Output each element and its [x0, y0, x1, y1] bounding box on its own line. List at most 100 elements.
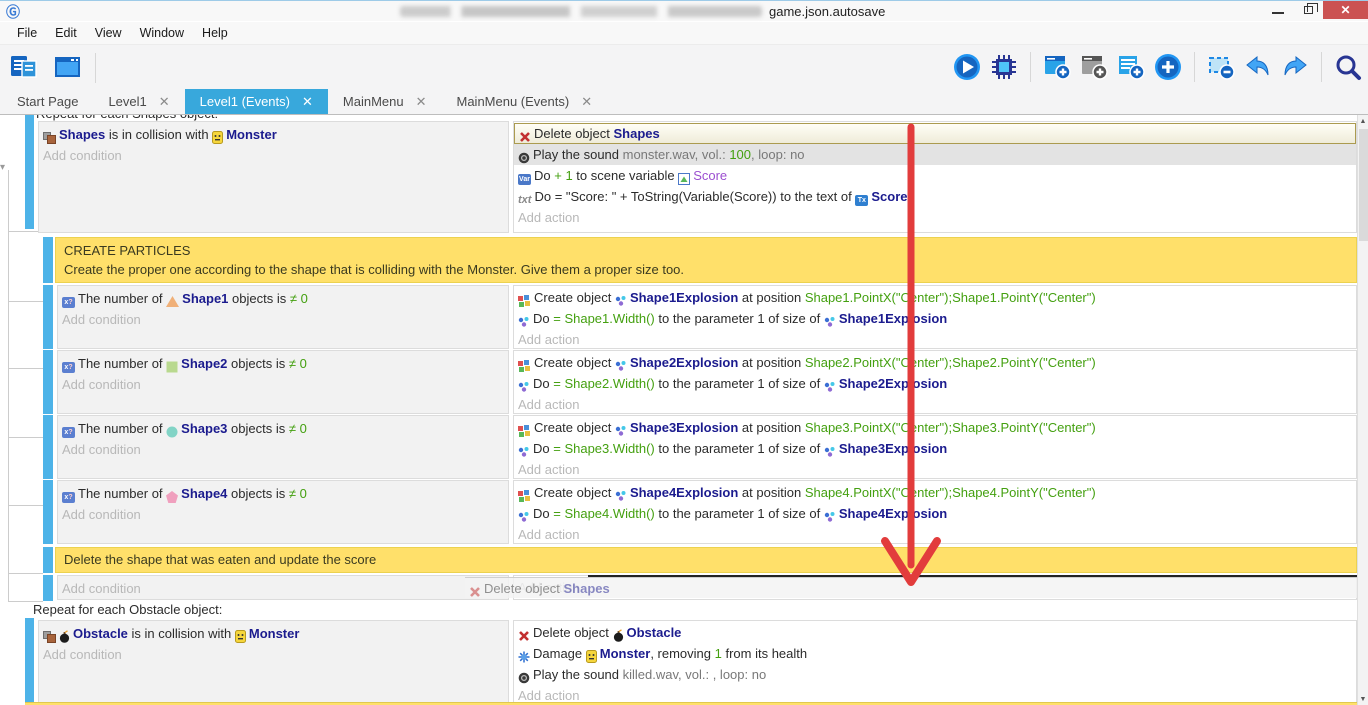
scroll-up-icon[interactable]: ▲ [1358, 118, 1368, 125]
add-condition-link[interactable]: Add condition [39, 145, 508, 166]
action-row[interactable]: Do = Shape1.Width() to the parameter 1 o… [514, 308, 1356, 329]
tab-close-icon[interactable]: ✕ [416, 94, 427, 110]
event-text: Monster [249, 626, 300, 641]
add-action-link[interactable]: Add action [514, 524, 1356, 545]
action-row[interactable]: Create object Shape3Explosion at positio… [514, 417, 1356, 438]
event-text: monster.wav [623, 147, 695, 162]
event-text: no [790, 147, 804, 162]
action-row[interactable]: Play the sound killed.wav, vol.: , loop:… [514, 664, 1356, 685]
add-condition-link[interactable]: Add condition [58, 578, 508, 599]
add-comment-button[interactable] [1117, 53, 1145, 81]
open-editor-button[interactable] [52, 51, 84, 83]
add-circle-button[interactable] [1154, 53, 1182, 81]
event-text: at position [738, 420, 805, 435]
redacted-title-path [400, 6, 762, 17]
add-condition-link[interactable]: Add condition [58, 439, 508, 460]
event-text: to the parameter 1 of size of [655, 311, 824, 326]
action-row[interactable]: Delete object Obstacle [514, 622, 1356, 643]
close-button[interactable]: ✕ [1323, 1, 1368, 19]
menu-window[interactable]: Window [131, 26, 193, 40]
event-text: , removing [650, 646, 714, 661]
tab-label: Start Page [17, 94, 78, 109]
action-row-selected[interactable]: Delete object Shapes [514, 123, 1356, 144]
debug-button[interactable] [990, 53, 1018, 81]
event-conditions: x?The number of Shape2 objects is ≠ 0 Ad… [57, 350, 509, 414]
tab-label: Level1 [108, 94, 146, 109]
condition-row[interactable]: Shapes is in collision with Monster [39, 124, 508, 145]
comment-title: Delete the shape that was eaten and upda… [64, 551, 1348, 569]
add-action-link[interactable]: Add action [514, 394, 1356, 415]
add-action-link[interactable]: Add action [514, 329, 1356, 350]
event-indent-bar [25, 115, 34, 229]
menu-edit[interactable]: Edit [46, 26, 86, 40]
tab-close-icon[interactable]: ✕ [302, 94, 313, 110]
action-row[interactable]: Damage Monster, removing 1 from its heal… [514, 643, 1356, 664]
action-row[interactable]: Do = Shape2.Width() to the parameter 1 o… [514, 373, 1356, 394]
event-text: Do [533, 441, 553, 456]
collapse-triangle-icon[interactable]: ▾ [0, 162, 5, 173]
remove-selection-button[interactable] [1207, 53, 1235, 81]
event-conditions: Add condition [57, 575, 509, 600]
restore-icon [1304, 6, 1313, 14]
undo-button[interactable] [1244, 53, 1272, 81]
restore-button[interactable] [1293, 1, 1323, 19]
tab-level1[interactable]: Level1 ✕ [93, 89, 184, 114]
menu-view[interactable]: View [86, 26, 131, 40]
event-text: Play the sound [533, 667, 623, 682]
event-text: Do [533, 311, 553, 326]
vertical-scrollbar[interactable]: ▲ ▼ [1357, 115, 1368, 705]
condition-row[interactable]: x?The number of Shape4 objects is ≠ 0 [58, 483, 508, 504]
repeat-obstacle-event-header[interactable]: Repeat for each Obstacle object: [33, 602, 222, 617]
add-condition-link[interactable]: Add condition [58, 374, 508, 395]
tab-mainmenu[interactable]: MainMenu✕ [328, 89, 442, 114]
action-row-selected[interactable]: Play the sound monster.wav, vol.: 100, l… [514, 144, 1356, 165]
condition-row[interactable]: x?The number of Shape1 objects is ≠ 0 [58, 288, 508, 309]
count-icon: x? [62, 355, 75, 374]
tab-close-icon[interactable]: ✕ [159, 94, 170, 110]
event-actions: Create object Shape4Explosion at positio… [513, 480, 1357, 544]
tab-close-icon[interactable]: ✕ [581, 94, 592, 110]
add-action-link[interactable]: Add action [514, 207, 1356, 228]
tab-mainmenu-events-[interactable]: MainMenu (Events)✕ [442, 89, 608, 114]
action-row[interactable]: txtDo = "Score: " + ToString(Variable(Sc… [514, 186, 1356, 207]
event-text: Delete object [533, 625, 613, 640]
event-text: , loop: [713, 667, 752, 682]
tab-level1-events-[interactable]: Level1 (Events)✕ [185, 89, 328, 114]
add-action-link[interactable]: Add action [514, 459, 1356, 480]
event-text: Shape4Explosion [839, 506, 947, 521]
preview-play-button[interactable] [953, 53, 981, 81]
event-text: , vol.: [695, 147, 730, 162]
menu-file[interactable]: File [8, 26, 46, 40]
txt-icon: txt [518, 188, 531, 207]
scroll-down-icon[interactable]: ▼ [1358, 696, 1368, 703]
action-row[interactable]: VarDo + 1 to scene variable Score [514, 165, 1356, 186]
event-text: Shape1.PointX("Center");Shape1.PointY("C… [805, 290, 1096, 305]
add-condition-link[interactable]: Add condition [39, 644, 508, 665]
add-condition-link[interactable]: Add condition [58, 504, 508, 525]
event-text: , loop: [751, 147, 790, 162]
menu-help[interactable]: Help [193, 26, 237, 40]
redo-button[interactable] [1281, 53, 1309, 81]
action-row[interactable]: Do = Shape3.Width() to the parameter 1 o… [514, 438, 1356, 459]
comment-block[interactable]: Delete the shape that was eaten and upda… [55, 547, 1357, 573]
event-text: Shape2Explosion [839, 376, 947, 391]
action-row[interactable]: Create object Shape4Explosion at positio… [514, 482, 1356, 503]
condition-row[interactable]: x?The number of Shape2 objects is ≠ 0 [58, 353, 508, 374]
action-row[interactable]: Create object Shape2Explosion at positio… [514, 352, 1356, 373]
add-condition-link[interactable]: Add condition [58, 309, 508, 330]
action-row[interactable]: Create object Shape1Explosion at positio… [514, 287, 1356, 308]
event-text: to the parameter 1 of size of [655, 441, 824, 456]
scrollbar-thumb[interactable] [1359, 129, 1368, 241]
minimize-button[interactable] [1263, 1, 1293, 19]
tab-start-page[interactable]: Start Page [2, 89, 93, 114]
particle-icon [518, 375, 530, 394]
add-event-button[interactable] [1043, 53, 1071, 81]
search-button[interactable] [1334, 53, 1362, 81]
add-subevent-button[interactable] [1080, 53, 1108, 81]
project-manager-button[interactable] [8, 51, 40, 83]
event-text: Create object [534, 485, 615, 500]
condition-row[interactable]: x?The number of Shape3 objects is ≠ 0 [58, 418, 508, 439]
comment-block[interactable]: CREATE PARTICLES Create the proper one a… [55, 237, 1357, 283]
action-row[interactable]: Do = Shape4.Width() to the parameter 1 o… [514, 503, 1356, 524]
condition-row[interactable]: Obstacle is in collision with Monster [39, 623, 508, 644]
